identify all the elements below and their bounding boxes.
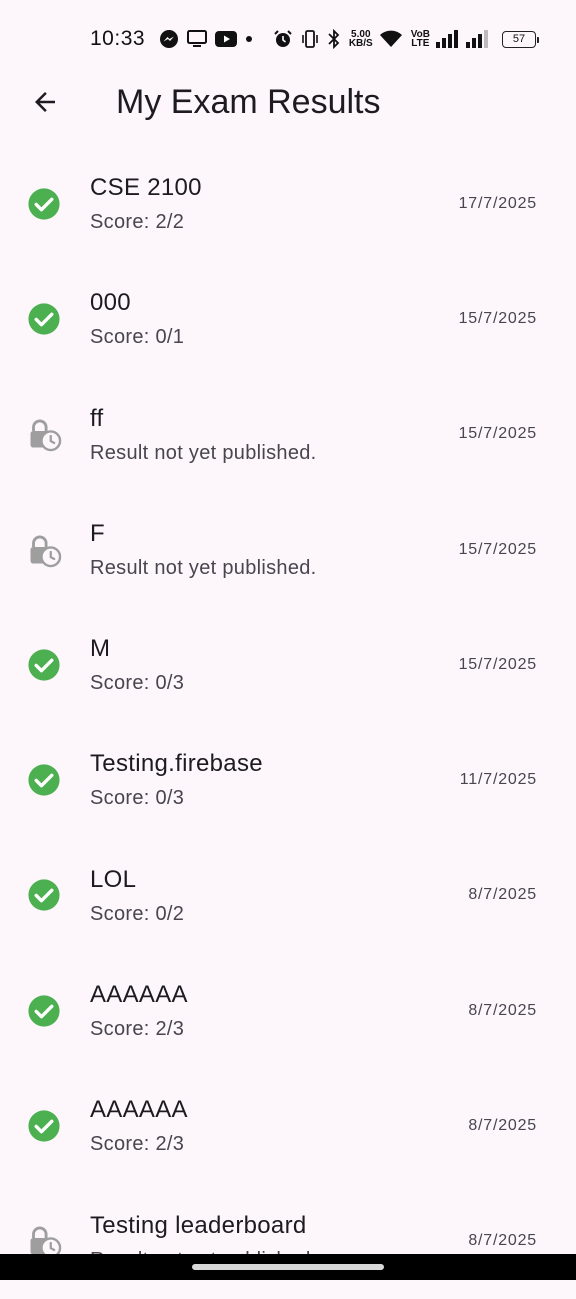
exam-score: Score: 2/2: [90, 211, 185, 233]
exam-title: M: [90, 635, 111, 663]
lock-clock-icon: [26, 532, 62, 568]
result-texts: 000 Score: 0/1: [90, 288, 184, 350]
results-list: CSE 2100 Score: 2/2 17/7/2025 000 Score: 0/1…: [0, 146, 576, 1299]
result-texts: Testing.firebase Score: 0/3: [90, 749, 263, 811]
result-texts: LOL Score: 0/2: [90, 865, 184, 927]
exam-date: 15/7/2025: [458, 309, 537, 327]
exam-date: 15/7/2025: [458, 540, 537, 558]
result-list-item[interactable]: F Result not yet published. 15/7/2025: [0, 492, 576, 607]
exam-title: AAAAAA: [90, 981, 188, 1009]
result-texts: AAAAAA Score: 2/3: [90, 980, 188, 1042]
exam-title: Testing.firebase: [90, 750, 263, 778]
exam-date: 15/7/2025: [458, 655, 537, 673]
exam-date: 8/7/2025: [468, 1117, 537, 1135]
exam-score: Score: 2/3: [90, 1133, 185, 1156]
exam-date: 8/7/2025: [468, 1001, 537, 1019]
result-list-item[interactable]: LOL Score: 0/2 8/7/2025: [0, 838, 576, 953]
exam-score: Score: 0/2: [90, 902, 185, 925]
check-circle-icon: [26, 301, 62, 337]
arrow-back-icon: [35, 92, 55, 112]
exam-date: 17/7/2025: [458, 194, 537, 212]
exam-score: Score: 0/3: [90, 672, 185, 695]
lock-clock-icon: [26, 416, 62, 452]
youtube-icon: [215, 31, 238, 47]
check-circle-icon: [26, 1108, 62, 1144]
vibrate-icon: [301, 29, 319, 49]
result-list-item[interactable]: AAAAAA Score: 2/3 8/7/2025: [0, 953, 576, 1068]
result-list-item[interactable]: 000 Score: 0/1 15/7/2025: [0, 261, 576, 376]
exam-score: Score: 0/1: [90, 326, 185, 349]
signal-icon: [436, 30, 458, 48]
home-gesture-handle[interactable]: [192, 1264, 384, 1270]
check-circle-icon: [26, 186, 62, 222]
exam-title: AAAAAA: [90, 1096, 188, 1124]
exam-score: Result not yet published.: [90, 556, 317, 579]
wifi-icon: [379, 30, 403, 48]
app-bar: My Exam Results: [0, 70, 576, 134]
exam-title: ff: [90, 404, 104, 432]
exam-date: 8/7/2025: [468, 886, 537, 904]
network-speed: 5.00 KB/S: [348, 29, 373, 49]
result-list-item[interactable]: Testing leaderboardResult not yet publis…: [0, 1184, 576, 1299]
result-texts: ff Result not yet published.: [90, 404, 317, 466]
result-texts: AAAAAA Score: 2/3: [90, 1095, 188, 1157]
alarm-icon: [273, 29, 293, 49]
clock: 10:33: [90, 27, 146, 50]
bluetooth-icon: [327, 29, 341, 49]
check-circle-icon: [26, 647, 62, 683]
exam-title: CSE 2100: [90, 174, 202, 201]
result-list-item[interactable]: M Score: 0/3 15/7/2025: [0, 607, 576, 722]
messenger-icon: [159, 29, 179, 49]
exam-score: Score: 0/3: [90, 787, 185, 810]
exam-date: 8/7/2025: [468, 1232, 537, 1250]
result-list-item[interactable]: CSE 2100 Score: 2/2 17/7/2025: [0, 146, 576, 261]
result-texts: F Result not yet published.: [90, 519, 317, 581]
back-button[interactable]: [21, 78, 69, 126]
result-list-item[interactable]: Testing.firebase Score: 0/3 11/7/2025: [0, 722, 576, 837]
exam-title: 000: [90, 289, 131, 317]
check-circle-icon: [26, 762, 62, 798]
check-circle-icon: [26, 993, 62, 1029]
exam-title: LOL: [90, 865, 137, 893]
exam-score: Result not yet published.: [90, 441, 317, 464]
status-bar: 10:33 5.00 KB/S VoB LTE 57: [0, 0, 576, 78]
result-list-item[interactable]: ff Result not yet published. 15/7/2025: [0, 377, 576, 492]
exam-date: 11/7/2025: [459, 771, 537, 789]
exam-title: F: [90, 519, 105, 547]
result-texts: M Score: 0/3: [90, 634, 184, 696]
signal-icon-2: [466, 30, 488, 48]
result-texts: CSE 2100 Score: 2/2: [90, 173, 202, 235]
exam-date: 15/7/2025: [458, 425, 537, 443]
volte-indicator: VoB LTE: [410, 29, 430, 49]
cast-screen-icon: [187, 30, 208, 48]
page-title: My Exam Results: [116, 82, 381, 121]
exam-title: Testing leaderboard: [90, 1211, 307, 1239]
check-circle-icon: [26, 877, 62, 913]
result-list-item[interactable]: AAAAAA Score: 2/3 8/7/2025: [0, 1068, 576, 1183]
battery-indicator: 57: [502, 30, 539, 48]
notification-dot-icon: [245, 35, 253, 43]
exam-score: Score: 2/3: [90, 1018, 185, 1041]
navigation-bar: [0, 1254, 576, 1280]
